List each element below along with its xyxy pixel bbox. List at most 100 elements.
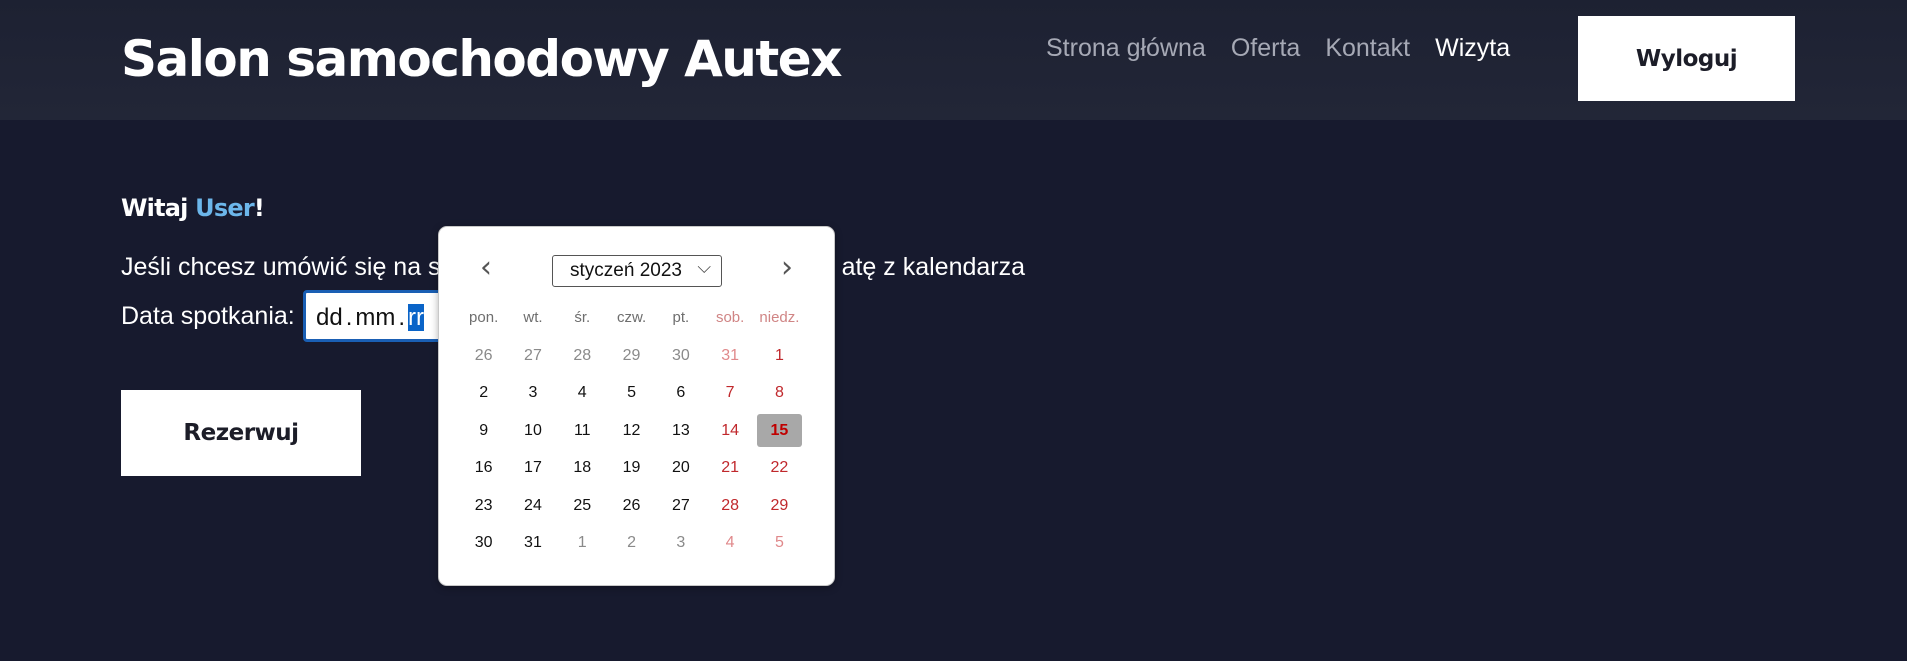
calendar-day[interactable]: 1: [755, 337, 804, 375]
calendar-day[interactable]: 18: [558, 450, 607, 488]
greeting-prefix: Witaj: [121, 194, 188, 222]
calendar-day[interactable]: 3: [656, 525, 705, 563]
date-separator: .: [398, 304, 406, 331]
calendar-day[interactable]: 14: [705, 412, 754, 450]
calendar-week-row: 30 31 1 2 3 4 5: [459, 525, 804, 563]
calendar-day-number: 28: [721, 496, 740, 514]
date-day-segment[interactable]: dd: [316, 304, 343, 331]
calendar-day-number: 29: [622, 346, 641, 364]
calendar-day[interactable]: 24: [508, 487, 557, 525]
calendar-day[interactable]: 28: [705, 487, 754, 525]
calendar-day-number: 23: [474, 496, 493, 514]
calendar-day-number: 18: [573, 459, 592, 477]
calendar-day-number: 17: [524, 459, 542, 477]
month-year-select[interactable]: styczeń 2023 ⌵: [552, 255, 722, 287]
calendar-day[interactable]: 2: [459, 375, 508, 413]
weekday-label: wt.: [523, 309, 543, 326]
calendar-day[interactable]: 26: [459, 337, 508, 375]
nav-offer-link[interactable]: Oferta: [1231, 34, 1300, 63]
calendar-day-number: 30: [671, 346, 690, 364]
date-year-segment[interactable]: rr: [408, 304, 425, 331]
nav-visit-link[interactable]: Wizyta: [1435, 34, 1510, 63]
calendar-day-number: 31: [721, 346, 740, 364]
calendar-day-number: 27: [524, 346, 542, 364]
calendar-day[interactable]: 8: [755, 375, 804, 413]
calendar-day[interactable]: 9: [459, 412, 508, 450]
calendar-day[interactable]: 5: [755, 525, 804, 563]
calendar-day[interactable]: 7: [705, 375, 754, 413]
logout-button[interactable]: Wyloguj: [1578, 16, 1795, 101]
calendar-day[interactable]: 10: [508, 412, 557, 450]
calendar-day-number: 8: [774, 384, 784, 402]
calendar-day[interactable]: 29: [607, 337, 656, 375]
calendar-day[interactable]: 30: [656, 337, 705, 375]
calendar-day-number: 2: [627, 534, 636, 552]
calendar-day[interactable]: 26: [607, 487, 656, 525]
calendar-day[interactable]: 4: [558, 375, 607, 413]
calendar-week-row: 9 10 11 12 13 14 15: [459, 412, 804, 450]
calendar-day[interactable]: 28: [558, 337, 607, 375]
date-separator: .: [345, 304, 353, 331]
calendar-day[interactable]: 23: [459, 487, 508, 525]
main-nav: Strona główna Oferta Kontakt Wizyta: [1046, 34, 1535, 63]
instructions-end: atę z kalendarza: [841, 253, 1026, 281]
calendar-day-number: 30: [474, 534, 493, 552]
calendar-day[interactable]: 6: [656, 375, 705, 413]
calendar-day[interactable]: 22: [755, 450, 804, 488]
calendar-day-number: 22: [770, 459, 789, 477]
calendar-day-number: 3: [528, 384, 538, 402]
calendar-day-number: 12: [622, 421, 641, 439]
weekday-label: pon.: [469, 309, 499, 326]
date-month-segment[interactable]: mm: [355, 304, 395, 331]
date-label: Data spotkania:: [121, 302, 295, 330]
calendar-day[interactable]: 17: [508, 450, 557, 488]
calendar-day-number: 1: [774, 346, 784, 364]
calendar-week-row: 26 27 28 29 30 31 1: [459, 337, 804, 375]
calendar-day[interactable]: 1: [558, 525, 607, 563]
month-year-label: styczeń 2023: [570, 260, 682, 281]
calendar-day-number: 14: [721, 421, 740, 439]
calendar-day-number: 29: [770, 496, 789, 514]
calendar-day[interactable]: 31: [508, 525, 557, 563]
chevron-down-icon: ⌵: [697, 257, 711, 277]
calendar-week-row: 23 24 25 26 27 28 29: [459, 487, 804, 525]
calendar-day-number: 9: [479, 421, 489, 439]
weekday-label: niedz.: [759, 309, 800, 326]
calendar-day[interactable]: 3: [508, 375, 557, 413]
greeting: Witaj User!: [121, 194, 265, 222]
calendar-day[interactable]: 2: [607, 525, 656, 563]
calendar-day[interactable]: 27: [656, 487, 705, 525]
calendar-day-today[interactable]: 15: [755, 412, 804, 450]
calendar-day[interactable]: 19: [607, 450, 656, 488]
calendar-day[interactable]: 12: [607, 412, 656, 450]
reserve-button[interactable]: Rezerwuj: [121, 390, 361, 476]
calendar-week-row: 16 17 18 19 20 21 22: [459, 450, 804, 488]
calendar-day[interactable]: 31: [705, 337, 754, 375]
calendar-day-number: 7: [725, 384, 735, 402]
calendar-day-number: 16: [474, 459, 493, 477]
weekday-header: pon. wt. śr. czw. pt. sob. niedz.: [459, 309, 804, 326]
calendar-day[interactable]: 13: [656, 412, 705, 450]
calendar-day[interactable]: 30: [459, 525, 508, 563]
next-month-icon[interactable]: ›: [769, 249, 805, 285]
calendar-day-number: 2: [479, 384, 489, 402]
calendar-day-number: 3: [676, 534, 686, 552]
calendar-day-number: 11: [573, 421, 591, 439]
calendar-day-number: 26: [622, 496, 641, 514]
calendar-day-number: 27: [671, 496, 690, 514]
calendar-day[interactable]: 11: [558, 412, 607, 450]
nav-contact-link[interactable]: Kontakt: [1325, 34, 1410, 63]
calendar-day[interactable]: 20: [656, 450, 705, 488]
calendar-day[interactable]: 4: [705, 525, 754, 563]
calendar-day-number: 31: [524, 534, 542, 552]
calendar-day[interactable]: 21: [705, 450, 754, 488]
calendar-day-number: 26: [474, 346, 493, 364]
calendar-day[interactable]: 29: [755, 487, 804, 525]
weekday-label: czw.: [616, 309, 647, 326]
calendar-day[interactable]: 27: [508, 337, 557, 375]
nav-home-link[interactable]: Strona główna: [1046, 34, 1206, 63]
calendar-day[interactable]: 5: [607, 375, 656, 413]
calendar-day[interactable]: 25: [558, 487, 607, 525]
prev-month-icon[interactable]: ‹: [468, 249, 504, 285]
calendar-day[interactable]: 16: [459, 450, 508, 488]
